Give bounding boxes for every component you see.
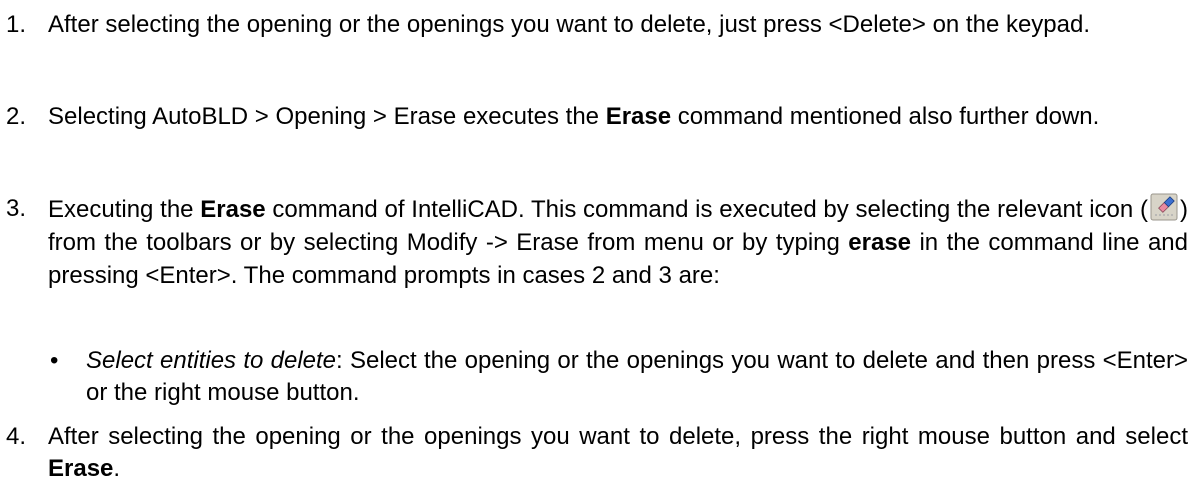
prompt-text: Select entities to delete	[86, 347, 337, 374]
command-name: erase	[848, 229, 912, 256]
list-number: 4.	[6, 423, 27, 450]
list-number: 2.	[6, 103, 27, 130]
paragraph-text: Executing the	[48, 196, 201, 223]
paragraph-text: command mentioned also further down.	[671, 103, 1100, 130]
command-name: Erase	[48, 455, 114, 482]
command-name: Erase	[605, 103, 672, 130]
list-item-text: After selecting the opening or the openi…	[48, 421, 1188, 485]
paragraph-text: Selecting AutoBLD > Opening > Erase exec…	[48, 103, 606, 130]
command-name: Erase	[200, 196, 266, 223]
paragraph-text: After selecting the opening or the openi…	[48, 423, 1188, 450]
paragraph-text: command of IntelliCAD. This command is e…	[265, 196, 1148, 223]
document-page: 1. After selecting the opening or the op…	[0, 0, 1198, 494]
list-number: 3.	[6, 195, 27, 222]
list-number: 1.	[6, 11, 27, 38]
paragraph-text: .	[113, 455, 121, 482]
list-item-text: After selecting the opening or the openi…	[48, 9, 1188, 41]
list-item-text: Selecting AutoBLD > Opening > Erase exec…	[48, 101, 1188, 133]
paragraph-text: After selecting the opening or the openi…	[48, 11, 1091, 38]
erase-icon	[1150, 193, 1178, 221]
list-item-text: Executing the Erase command of IntelliCA…	[48, 193, 1188, 292]
bullet-text: Select entities to delete: Select the op…	[86, 345, 1188, 409]
bullet-symbol: •	[50, 347, 59, 374]
